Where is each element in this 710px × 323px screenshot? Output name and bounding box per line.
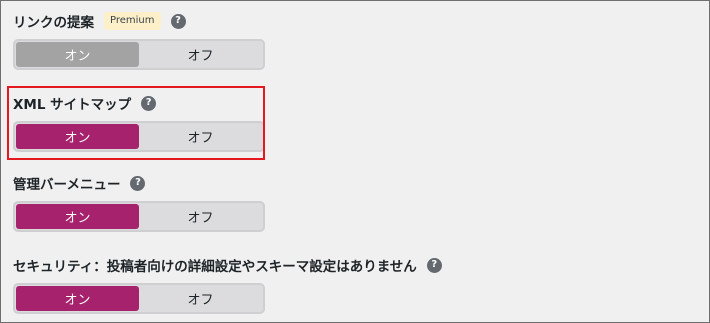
settings-panel: リンクの提案 Premium ? オン オフ XML サイトマップ ? オン オ… (0, 0, 710, 323)
help-icon[interactable]: ? (426, 257, 442, 273)
setting-security: セキュリティ：投稿者向けの詳細設定やスキーマ設定はありません ? オン オフ (13, 255, 442, 314)
help-icon[interactable]: ? (130, 175, 146, 191)
setting-admin-bar-menu: 管理バーメニュー ? オン オフ (13, 173, 265, 232)
setting-label: 管理バーメニュー (13, 177, 121, 193)
toggle-security[interactable]: オン オフ (13, 283, 265, 314)
setting-label: リンクの提案 (13, 15, 94, 31)
toggle-off-option[interactable]: オフ (139, 42, 262, 67)
toggle-off-option[interactable]: オフ (139, 204, 262, 229)
setting-label: セキュリティ：投稿者向けの詳細設定やスキーマ設定はありません (13, 259, 417, 275)
toggle-admin-bar-menu[interactable]: オン オフ (13, 201, 265, 232)
toggle-on-option[interactable]: オン (16, 42, 139, 67)
premium-badge: Premium (104, 12, 161, 30)
toggle-link-suggestions[interactable]: オン オフ (13, 39, 265, 70)
highlight-box (7, 86, 265, 160)
setting-link-suggestions: リンクの提案 Premium ? オン オフ (13, 11, 265, 70)
help-icon[interactable]: ? (170, 13, 186, 29)
toggle-off-option[interactable]: オフ (139, 286, 262, 311)
toggle-on-option[interactable]: オン (16, 204, 139, 229)
toggle-on-option[interactable]: オン (16, 286, 139, 311)
